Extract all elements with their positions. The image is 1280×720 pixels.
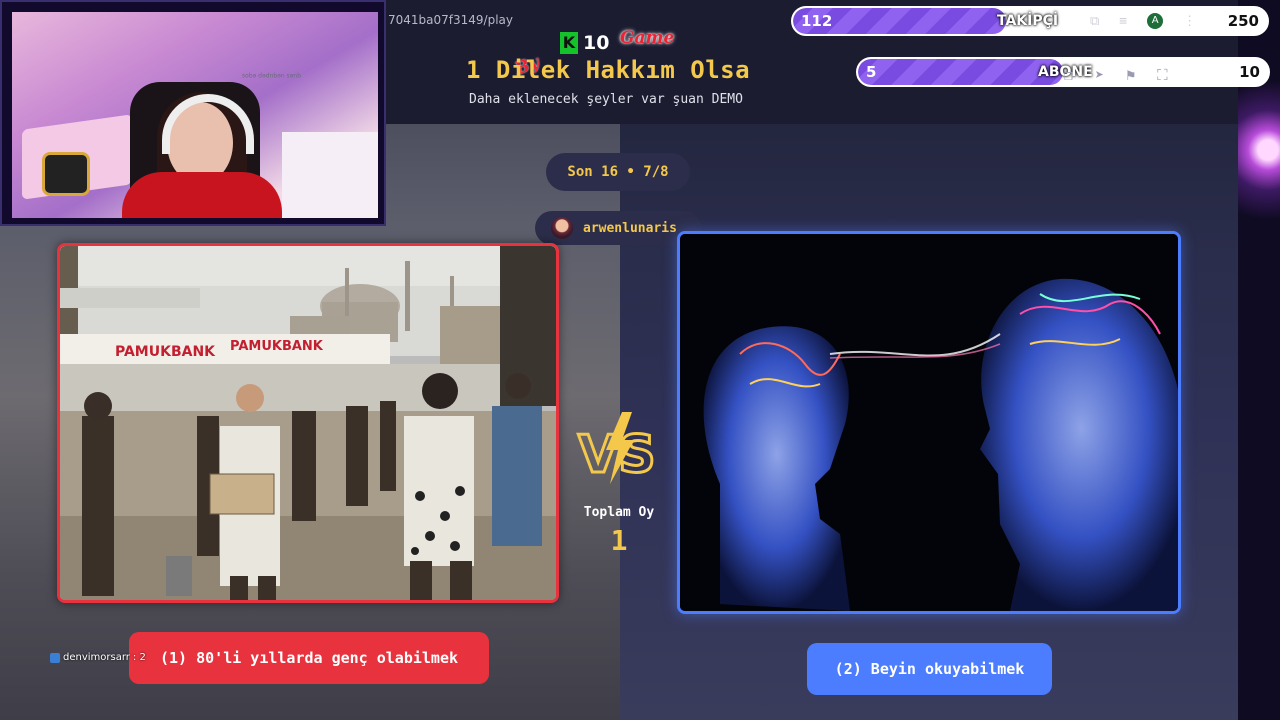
vs-emblem: VS (576, 410, 662, 487)
mug-icon (42, 152, 90, 196)
copy-icon[interactable]: ❐ (1064, 66, 1073, 84)
webcam-caption: ques uequpep eqos (242, 72, 301, 79)
follower-label: TAKİPÇİ (997, 13, 1059, 29)
street-photo: PAMUKBANK PAMUKBANK (60, 246, 556, 600)
option-card-left[interactable]: PAMUKBANK PAMUKBANK (57, 243, 559, 603)
brain-illustration (680, 234, 1178, 611)
logo-k: K (560, 32, 578, 54)
side-glow (1238, 0, 1280, 720)
kebab-menu-icon[interactable]: ⋮ (1183, 14, 1196, 29)
subscriber-goal-bar: 5 ABONE 10 (856, 57, 1270, 87)
choice-button-left[interactable]: (1) 80'li yıllarda genç olabilmek (129, 632, 489, 684)
webcam-overlay: ques uequpep eqos (0, 0, 386, 226)
webcam-feed: ques uequpep eqos (12, 12, 378, 218)
follower-goal: 250 (1227, 12, 1259, 30)
flag-icon[interactable]: ⚑ (1126, 66, 1135, 84)
chat-badge-icon (50, 652, 60, 663)
subscriber-count: 5 (866, 63, 877, 81)
puzzle-icon[interactable]: ⧉ (1090, 14, 1099, 29)
player-name: arwenlunaris (583, 220, 677, 236)
chat-text: : 2 (132, 652, 146, 663)
total-votes-value: 1 (610, 524, 628, 557)
chat-message: denvimorsarr : 2 (50, 652, 146, 663)
account-icon[interactable]: A (1147, 13, 1164, 29)
desk (282, 132, 378, 218)
subscriber-progress-fill (858, 59, 1063, 85)
round-indicator: Son 16 • 7/8 (546, 153, 690, 191)
address-bar[interactable]: 7041ba07f3149/play (386, 8, 786, 32)
bank-sign-2: PAMUKBANK (230, 339, 324, 354)
choice-button-right[interactable]: (2) Beyin okuyabilmek (807, 643, 1052, 695)
logo-number: 10 (583, 32, 610, 54)
browser-toolbar: ⧉ ≡ A ⋮ (1090, 10, 1196, 32)
page-subtitle: Daha eklenecek şeyler var şuan DEMO (469, 92, 743, 107)
send-icon[interactable]: ➤ (1095, 66, 1104, 84)
bank-sign-1: PAMUKBANK (115, 344, 216, 360)
chat-username: denvimorsarr (63, 652, 130, 663)
header-actions: ❐ ➤ ⚑ ⛶ (1064, 66, 1168, 84)
page-title: 1 Dilek Hakkım Olsa (466, 56, 751, 84)
playlist-icon[interactable]: ≡ (1119, 14, 1127, 29)
streamer-hoodie (122, 172, 282, 218)
follower-goal-bar: 112 TAKİPÇİ 250 (791, 6, 1269, 36)
avatar (551, 217, 573, 239)
follower-count: 112 (801, 12, 833, 30)
subscriber-goal: 10 (1239, 63, 1260, 81)
option-card-right[interactable] (677, 231, 1181, 614)
total-votes-label: Toplam Oy (583, 505, 655, 520)
fullscreen-icon[interactable]: ⛶ (1157, 66, 1168, 84)
logo-game: Game (620, 28, 675, 48)
